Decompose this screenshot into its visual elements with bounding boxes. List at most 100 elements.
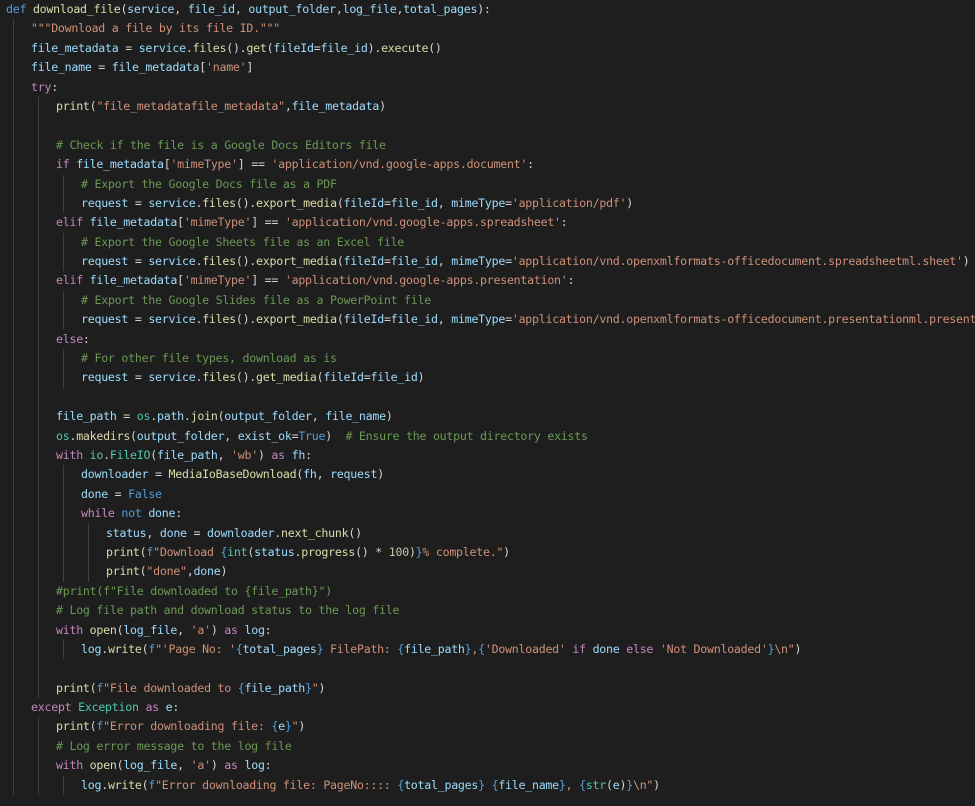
- code-token-variable: path: [156, 409, 184, 424]
- indent-guide: [13, 465, 14, 485]
- code-token-variable: fileId: [343, 195, 385, 210]
- code-token-function: get_media: [256, 370, 317, 385]
- indent-guide: [13, 271, 14, 291]
- code-token-default: [285, 448, 292, 462]
- indent-guide: [13, 38, 14, 59]
- indent-guide: [13, 116, 14, 136]
- code-token-function: print: [56, 680, 90, 695]
- code-token-variable: log_file: [123, 758, 178, 773]
- code-token-default: ,: [186, 564, 194, 579]
- code-token-function: download_file: [32, 2, 121, 16]
- code-line: print(f"Download {int(status.progress() …: [6, 542, 971, 563]
- indent-guide: [38, 445, 39, 466]
- code-token-string: 'mimeType': [183, 215, 252, 230]
- code-token-variable: request: [330, 467, 378, 482]
- code-token-variable: file_path: [56, 409, 117, 424]
- code-token-function: write: [107, 641, 142, 656]
- code-line: request = service.files().export_media(f…: [6, 310, 975, 330]
- indent-guide: [13, 368, 14, 388]
- code-token-variable: mimeType: [451, 254, 506, 269]
- code-token-default: [238, 758, 245, 772]
- code-line: try:: [6, 77, 971, 97]
- code-token-default: ,: [146, 525, 160, 540]
- code-line: log.write(f"Error downloading file: Page…: [6, 775, 971, 796]
- code-line: file_metadata = service.files().get(file…: [6, 38, 971, 59]
- code-token-variable: file_path: [404, 641, 465, 656]
- indent-guide: [13, 213, 14, 233]
- code-token-variable: log: [244, 758, 265, 773]
- code-token-default: [: [177, 215, 184, 230]
- code-token-default: ,: [437, 312, 452, 327]
- code-token-variable: done: [159, 525, 187, 540]
- code-token-variable: request: [81, 195, 129, 210]
- code-token-control: with: [56, 758, 83, 773]
- code-token-default: =: [383, 312, 391, 327]
- code-token-default: [159, 700, 166, 714]
- code-token-string: 'Not Downloaded': [659, 641, 768, 656]
- code-line: file_path = os.path.join(output_folder, …: [6, 407, 971, 427]
- indent-guide: [13, 310, 14, 330]
- code-line: print(f"Error downloading file: {e}"): [6, 717, 971, 737]
- code-token-control: try: [31, 79, 52, 94]
- code-token-default: [83, 273, 90, 287]
- indent-guide: [13, 659, 14, 679]
- code-token-default: [83, 215, 90, 229]
- code-editor[interactable]: def download_file (service, file_id, outp…: [0, 0, 975, 806]
- code-token-default: (: [336, 195, 344, 210]
- code-line: [6, 387, 971, 408]
- indent-guide: [88, 523, 89, 543]
- code-token-default: ): [503, 544, 510, 559]
- code-token-variable: output_folder: [224, 409, 312, 424]
- indent-guide: [13, 349, 14, 369]
- code-token-default: ().: [226, 40, 247, 55]
- indent-guide: [38, 290, 39, 311]
- code-token-default: =: [383, 195, 391, 210]
- code-token-comment: # Check if the file is a Google Docs Edi…: [56, 137, 386, 152]
- code-token-comment: # Export the Google Slides file as a Pow…: [81, 292, 431, 307]
- code-token-default: :: [567, 273, 575, 288]
- indent-guide: [63, 252, 64, 272]
- indent-guide: [13, 601, 14, 621]
- code-token-control: except: [31, 700, 72, 715]
- code-token-variable: total_pages: [404, 777, 479, 792]
- indent-guide: [13, 736, 14, 757]
- code-line: # Log error message to the log file: [6, 736, 971, 757]
- indent-guide: [63, 193, 64, 214]
- indent-guide: [38, 407, 39, 427]
- code-line: elif file_metadata['mimeType'] == 'appli…: [6, 271, 971, 291]
- code-token-string: "File downloaded to: [103, 680, 238, 695]
- indent-guide: [38, 659, 39, 679]
- code-token-control: as: [271, 447, 285, 462]
- indent-guide: [13, 775, 14, 796]
- code-token-control: if: [572, 641, 586, 656]
- indent-guide: [63, 542, 64, 563]
- code-token-variable: file_id: [390, 254, 438, 269]
- code-token-control: with: [56, 447, 83, 462]
- indent-guide: [38, 329, 39, 350]
- code-token-keyword: False: [128, 486, 162, 501]
- code-token-default: [586, 642, 593, 656]
- code-token-default: (): [428, 40, 442, 55]
- code-token-variable: log_file: [342, 2, 397, 16]
- code-token-default: ,: [234, 2, 249, 16]
- code-token-default: :: [175, 506, 182, 521]
- code-line: # Export the Google Docs file as a PDF: [6, 174, 971, 194]
- code-token-default: =: [505, 312, 512, 327]
- code-line: while not done:: [6, 504, 971, 524]
- code-token-default: ): [210, 758, 225, 773]
- code-token-default: ): [220, 564, 228, 579]
- code-token-function: files: [202, 254, 236, 269]
- code-token-default: ): [318, 680, 326, 695]
- indent-guide: [38, 155, 39, 175]
- code-token-function: get: [246, 40, 267, 55]
- code-token-string: \n": [632, 777, 654, 792]
- code-token-variable: e: [278, 719, 285, 734]
- code-token-keyword: def: [6, 2, 27, 16]
- indent-guide: [13, 717, 14, 737]
- code-token-variable: file_metadata: [31, 40, 119, 55]
- code-token-variable: file_id: [370, 370, 418, 385]
- code-area[interactable]: def download_file (service, file_id, outp…: [6, 0, 975, 796]
- indent-guide: [13, 581, 14, 602]
- code-token-variable: file_path: [156, 447, 218, 462]
- code-line: log.write(f"'Page No: '{total_pages} Fil…: [6, 639, 971, 660]
